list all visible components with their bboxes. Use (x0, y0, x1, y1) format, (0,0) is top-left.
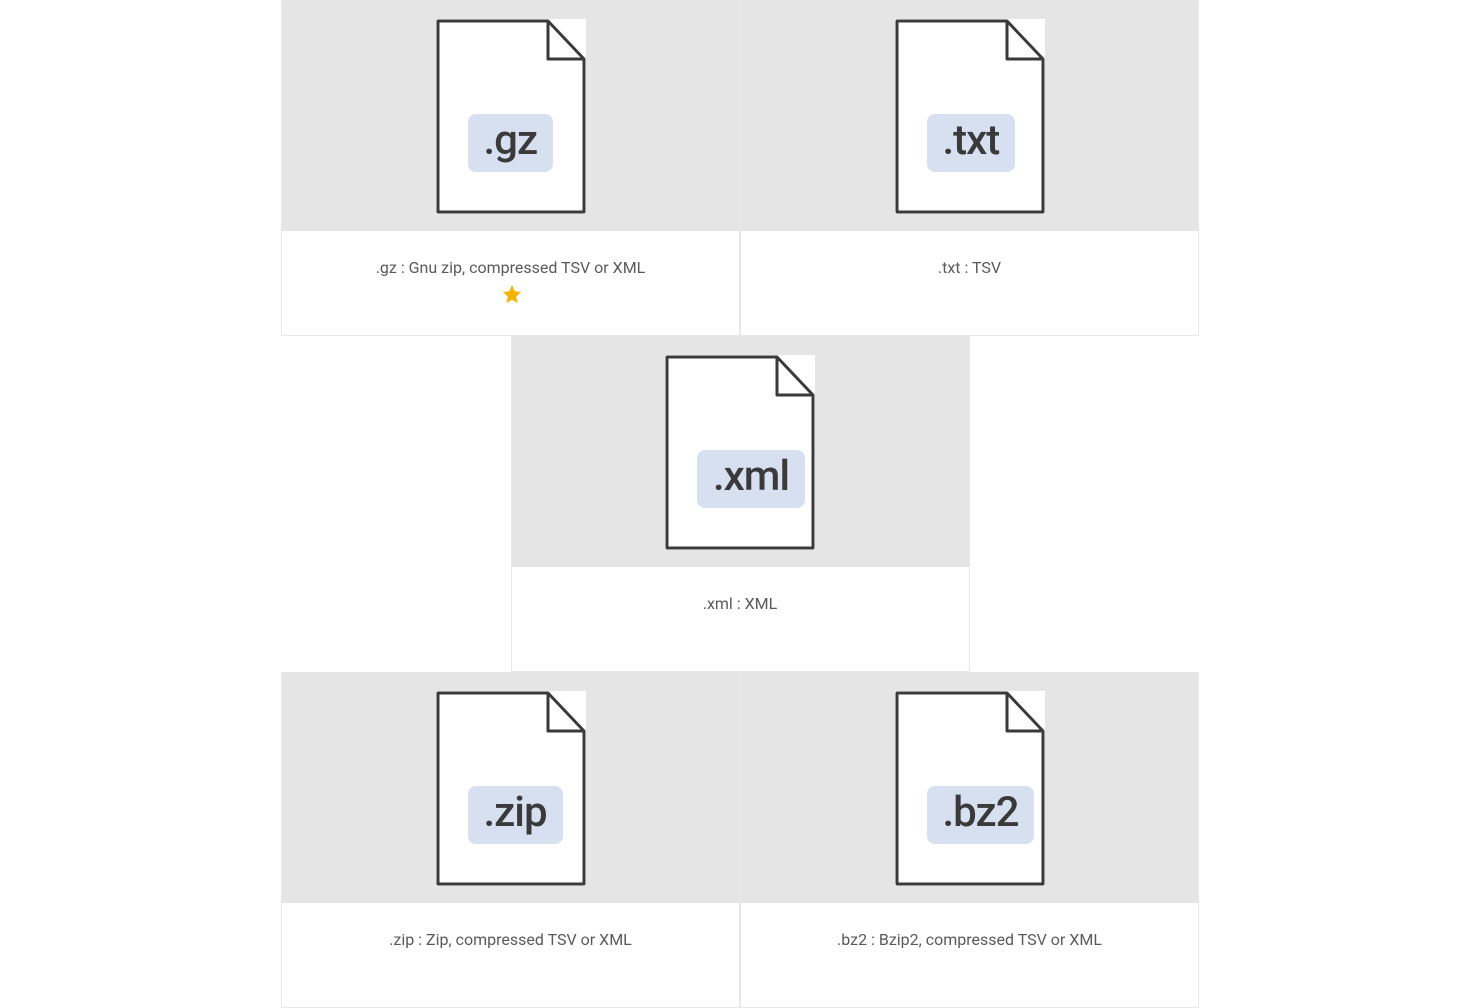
card-caption: .bz2 : Bzip2, compressed TSV or XML (741, 903, 1198, 1007)
file-extension-badge: .bz2 (927, 786, 1035, 844)
caption-text: .txt : TSV (938, 255, 1001, 281)
card-caption: .gz : Gnu zip, compressed TSV or XML (282, 231, 739, 335)
file-icon: .bz2 (895, 691, 1045, 886)
file-type-card-bz2: .bz2 .bz2 : Bzip2, compressed TSV or XML (740, 672, 1199, 1008)
file-type-card-xml: .xml .xml : XML (511, 336, 970, 672)
caption-text: .gz : Gnu zip, compressed TSV or XML (376, 258, 646, 277)
card-caption: .xml : XML (512, 567, 969, 671)
card-image-area: .bz2 (741, 673, 1198, 903)
file-type-grid: .gz .gz : Gnu zip, compressed TSV or XML (0, 0, 1480, 1008)
file-type-card-gz: .gz .gz : Gnu zip, compressed TSV or XML (281, 0, 740, 336)
file-icon: .txt (895, 19, 1045, 214)
file-extension-badge: .xml (697, 450, 805, 508)
file-extension-badge: .gz (468, 114, 554, 172)
caption-text: .bz2 : Bzip2, compressed TSV or XML (837, 927, 1102, 953)
file-icon: .gz (436, 19, 586, 214)
file-icon: .zip (436, 691, 586, 886)
file-extension-badge: .zip (468, 786, 563, 844)
card-caption: .txt : TSV (741, 231, 1198, 335)
caption-text: .zip : Zip, compressed TSV or XML (389, 927, 632, 953)
card-image-area: .zip (282, 673, 739, 903)
card-image-area: .gz (282, 1, 739, 231)
file-type-card-zip: .zip .zip : Zip, compressed TSV or XML (281, 672, 740, 1008)
star-icon (501, 283, 523, 305)
card-caption: .zip : Zip, compressed TSV or XML (282, 903, 739, 1007)
card-image-area: .xml (512, 337, 969, 567)
file-icon: .xml (665, 355, 815, 550)
file-extension-badge: .txt (927, 114, 1016, 172)
caption-text: .xml : XML (703, 591, 778, 617)
card-image-area: .txt (741, 1, 1198, 231)
file-type-card-txt: .txt .txt : TSV (740, 0, 1199, 336)
